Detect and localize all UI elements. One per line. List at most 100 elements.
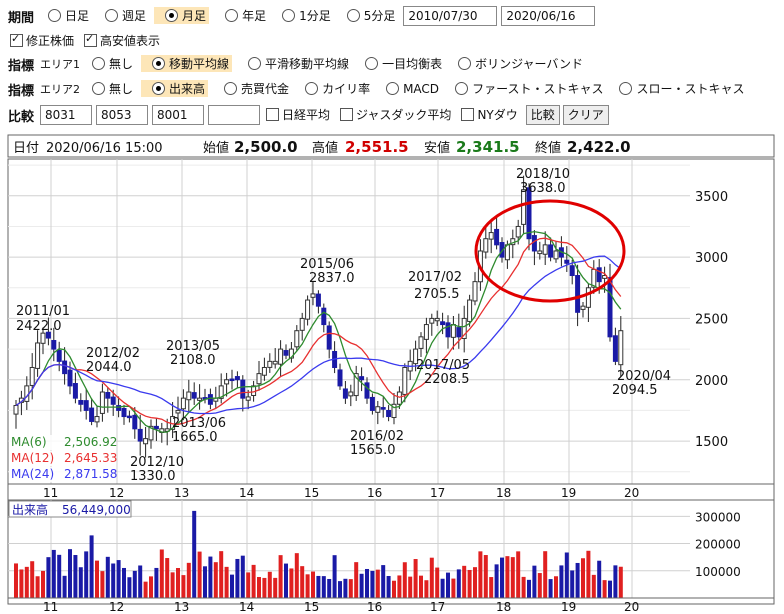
- candle-body: [245, 396, 251, 401]
- volume-bar: [473, 567, 477, 598]
- candle-body: [423, 324, 429, 340]
- candle-body: [418, 336, 424, 349]
- volume-bar: [575, 562, 580, 598]
- volume-bar: [478, 551, 483, 598]
- volume-bar: [95, 560, 99, 598]
- volume-bar: [316, 575, 321, 598]
- candle-body: [272, 360, 278, 365]
- candle-body: [402, 366, 408, 395]
- volume-bar: [78, 567, 83, 598]
- annotation-date: 2017/02: [408, 270, 462, 285]
- volume-bar: [186, 562, 191, 598]
- volume-bar: [224, 566, 229, 598]
- candle-body: [283, 350, 289, 356]
- volume-bar: [246, 572, 251, 598]
- volume-bar: [338, 581, 342, 598]
- annotation-value: 2094.5: [612, 383, 658, 398]
- header-low: 2,341.5: [456, 138, 520, 156]
- volume-bar: [294, 553, 299, 598]
- volume-bar: [510, 557, 515, 598]
- vol-y-tick-label: 100000: [695, 565, 741, 579]
- annotation-value: 2044.0: [86, 360, 132, 375]
- volume-bar: [505, 556, 510, 598]
- annotation-date: 2020/04: [617, 369, 671, 384]
- volume-bar: [51, 549, 56, 598]
- volume-bar: [618, 566, 623, 598]
- volume-bar: [105, 556, 110, 598]
- candle-body: [175, 409, 181, 414]
- volume-bar: [424, 580, 429, 598]
- volume-bar: [149, 576, 153, 598]
- candle-body: [429, 317, 435, 324]
- volume-bar: [446, 572, 450, 598]
- annotation-date: 2013/06: [172, 416, 226, 431]
- volume-bar: [456, 569, 461, 598]
- candle-body: [537, 250, 543, 255]
- annotation-date: 2018/10: [516, 167, 570, 182]
- vol-x-tick-label: 18: [496, 600, 511, 614]
- x-tick-label: 17: [430, 486, 445, 500]
- candle-body: [575, 275, 581, 313]
- candle-body: [51, 340, 57, 350]
- candle-body: [62, 360, 68, 375]
- volume-bar: [230, 574, 234, 598]
- candle-body: [553, 250, 559, 260]
- volume-bar: [548, 579, 553, 598]
- ma24-legend-name: MA(24): [11, 467, 54, 481]
- candle-body: [29, 366, 35, 386]
- candle-body: [612, 335, 618, 362]
- volume-bar: [181, 575, 186, 598]
- candle-body: [445, 322, 451, 338]
- candle-body: [359, 376, 365, 381]
- volume-bar: [208, 556, 213, 598]
- candle-body: [191, 392, 197, 399]
- volume-bar: [543, 551, 548, 598]
- volume-bar: [68, 549, 72, 598]
- candle-body: [234, 376, 240, 381]
- candle-body: [467, 299, 473, 322]
- volume-bar: [35, 576, 40, 598]
- candle-body: [267, 360, 273, 368]
- candle-body: [434, 317, 440, 322]
- chart-area: 日付 2020/06/16 15:00 始値 2,500.0 高値 2,551.5 安値 2,…: [7, 134, 775, 614]
- candle-body: [110, 396, 116, 405]
- volume-bar: [402, 562, 407, 598]
- annotation-date: 2011/01: [16, 304, 70, 319]
- volume-bar: [176, 568, 180, 598]
- volume-bar: [559, 565, 564, 598]
- volume-bar: [608, 580, 612, 598]
- candle-body: [186, 391, 192, 401]
- candle-body: [137, 428, 143, 442]
- volume-bar: [159, 549, 164, 598]
- x-tick-label: 14: [239, 486, 254, 500]
- candle-body: [197, 397, 203, 401]
- header-open-label: 始値: [203, 140, 229, 156]
- volume-bar: [500, 557, 504, 598]
- candle-body: [380, 407, 386, 410]
- candle-body: [315, 293, 321, 307]
- volume-bar: [332, 555, 337, 598]
- candle-body: [294, 330, 300, 348]
- candle-body: [13, 405, 19, 415]
- x-tick-label: 13: [174, 486, 189, 500]
- y-tick-label: 2000: [695, 374, 728, 389]
- candle-body: [78, 400, 84, 405]
- volume-bar: [591, 574, 596, 598]
- volume-bar: [73, 555, 78, 598]
- header-date: 2020/06/16 15:00: [46, 141, 163, 156]
- candle-body: [229, 378, 235, 382]
- volume-bar: [257, 577, 261, 598]
- x-tick-label: 11: [43, 486, 58, 500]
- volume-bar: [132, 570, 137, 598]
- annotation-value: 1330.0: [130, 469, 176, 484]
- y-tick-label: 3500: [695, 190, 728, 205]
- volume-bar: [527, 579, 531, 598]
- candle-body: [310, 293, 316, 298]
- candle-body: [35, 342, 41, 369]
- volume-bar: [408, 576, 413, 598]
- annotation-value: 1565.0: [350, 443, 396, 458]
- vol-x-tick-label: 13: [174, 600, 189, 614]
- ma24-legend-value: 2,871.58: [64, 467, 117, 481]
- volume-bar: [278, 555, 283, 598]
- volume-bar: [613, 565, 618, 598]
